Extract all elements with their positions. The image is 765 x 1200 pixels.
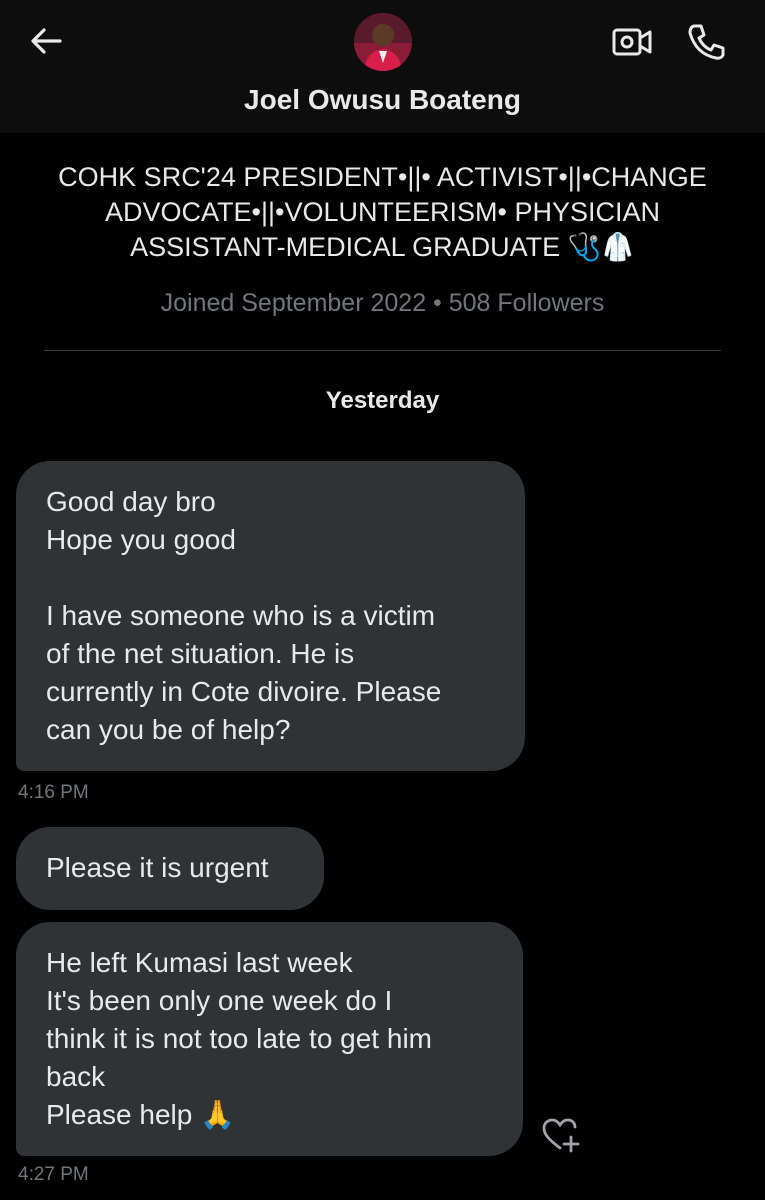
arrow-left-icon (31, 28, 62, 54)
date-separator: Yesterday (325, 387, 440, 414)
message-bubble[interactable]: He left Kumasi last week It's been only … (16, 922, 523, 1156)
video-call-icon (612, 28, 652, 56)
conversation-title[interactable]: Joel Owusu Boateng (0, 84, 765, 116)
phone-icon (688, 24, 725, 60)
avatar[interactable] (354, 13, 412, 71)
add-reaction-button[interactable] (540, 1115, 582, 1155)
message-timestamp: 4:27 PM (18, 1164, 89, 1185)
message-bubble[interactable]: Please it is urgent (16, 827, 324, 910)
profile-meta: Joined September 2022 • 508 Followers (160, 289, 605, 317)
divider (44, 350, 721, 351)
message-bubble[interactable]: Good day bro Hope you good I have someon… (16, 461, 525, 771)
conversation-header: Joel Owusu Boateng (0, 0, 765, 133)
back-button[interactable] (24, 20, 68, 64)
profile-photo (354, 13, 412, 71)
voice-call-button[interactable] (684, 20, 728, 64)
profile-bio: COHK SRC'24 PRESIDENT•||• ACTIVIST•||•CH… (58, 162, 707, 262)
heart-add-icon (542, 1118, 580, 1153)
message-timestamp: 4:16 PM (18, 782, 89, 803)
video-call-button[interactable] (610, 22, 654, 62)
